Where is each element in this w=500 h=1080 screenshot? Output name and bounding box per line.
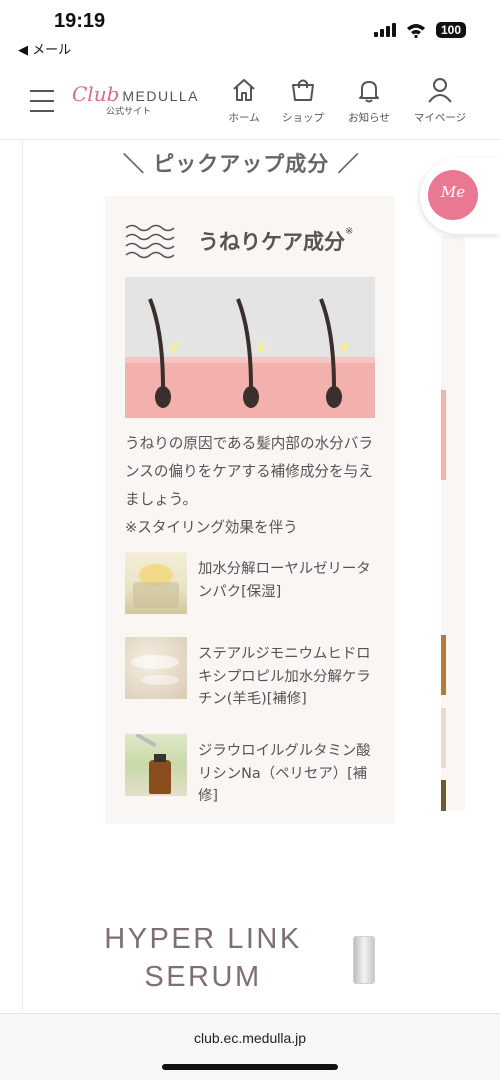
peek-image bbox=[441, 708, 446, 768]
card-title: うねりケア成分※ bbox=[198, 226, 353, 256]
royal-jelly-image bbox=[125, 552, 187, 614]
status-icons: 100 bbox=[373, 22, 466, 38]
logo-brand-text: MEDULLA bbox=[122, 88, 200, 104]
battery-indicator: 100 bbox=[435, 22, 466, 38]
home-icon bbox=[233, 79, 255, 101]
peek-image bbox=[441, 390, 446, 480]
serum-bottle-image bbox=[353, 936, 375, 984]
nav-mypage[interactable]: マイページ bbox=[408, 76, 472, 125]
nav-home[interactable]: ホーム bbox=[212, 76, 276, 125]
nav-shop-label: ショップ bbox=[282, 112, 324, 124]
description-note: ※スタイリング効果を伴う bbox=[125, 519, 298, 536]
me-badge-icon: Me bbox=[428, 170, 478, 220]
ingredient-item: ステアルジモニウムヒドロキシプロピル加水分解ケラチン(羊毛)[補修] bbox=[125, 637, 381, 711]
product-title: HYPER LINK SERUM bbox=[104, 923, 302, 993]
ingredient-name: ステアルジモニウムヒドロキシプロピル加水分解ケラチン(羊毛)[補修] bbox=[198, 646, 371, 707]
nav-shop[interactable]: ショップ bbox=[271, 76, 335, 125]
card-title-mark: ※ bbox=[345, 226, 354, 237]
card-title-text: うねりケア成分 bbox=[198, 230, 345, 254]
status-bar: 19:19 ◀ メール 100 bbox=[0, 0, 500, 62]
hair-illustration bbox=[125, 277, 375, 418]
user-icon bbox=[428, 78, 452, 103]
peek-image bbox=[441, 635, 446, 695]
browser-url-bar[interactable]: club.ec.medulla.jp bbox=[0, 1013, 500, 1080]
peek-image bbox=[441, 780, 446, 811]
me-floating-button[interactable]: Me bbox=[420, 158, 500, 234]
nav-news[interactable]: お知らせ bbox=[337, 76, 401, 125]
description-text: うねりの原因である髪内部の水分バランスの偏りをケアする補修成分を与えましょう。 bbox=[125, 435, 373, 508]
ingredient-item: ジラウロイルグルタミン酸リシンNa（ペリセア）[補修] bbox=[125, 734, 381, 808]
card-description: うねりの原因である髪内部の水分バランスの偏りをケアする補修成分を与えましょう。 … bbox=[125, 430, 381, 542]
nav-news-label: お知らせ bbox=[348, 112, 390, 124]
site-header: Club MEDULLA 公式サイト ホーム ショップ お知らせ マイページ bbox=[0, 62, 500, 140]
home-indicator[interactable] bbox=[162, 1064, 338, 1070]
nav-home-label: ホーム bbox=[228, 112, 260, 124]
bell-icon bbox=[359, 81, 379, 103]
wave-icon bbox=[125, 224, 175, 259]
site-logo[interactable]: Club MEDULLA 公式サイト bbox=[72, 82, 199, 117]
nav-mypage-label: マイページ bbox=[413, 112, 467, 124]
pickup-section-title: ＼ ピックアップ成分 ／ bbox=[123, 152, 360, 176]
wool-image bbox=[125, 637, 187, 699]
status-time: 19:19 bbox=[54, 10, 106, 32]
wifi-icon bbox=[406, 23, 426, 38]
ingredient-card[interactable]: うねりケア成分※ うねりの原因である髪内部の水分バランスの偏りをケアする補修成分… bbox=[105, 196, 395, 824]
back-to-mail-link[interactable]: ◀ メール bbox=[18, 39, 71, 58]
url-text: club.ec.medulla.jp bbox=[193, 1030, 307, 1046]
ingredient-name: ジラウロイルグルタミン酸リシンNa（ペリセア）[補修] bbox=[198, 743, 371, 804]
shopping-bag-icon bbox=[292, 79, 314, 101]
menu-icon[interactable] bbox=[30, 90, 54, 112]
logo-club-text: Club bbox=[72, 82, 120, 106]
next-card-peek[interactable] bbox=[441, 236, 465, 811]
ingredient-item: 加水分解ローヤルゼリータンパク[保湿] bbox=[125, 552, 381, 614]
signal-icon bbox=[373, 23, 396, 37]
main-content: ＼ ピックアップ成分 ／ うねりケア成分※ うねりの原因である髪内部の水分バラン… bbox=[22, 140, 500, 1013]
ingredient-name: 加水分解ローヤルゼリータンパク[保湿] bbox=[198, 561, 371, 600]
dropper-bottle-image bbox=[125, 734, 187, 796]
